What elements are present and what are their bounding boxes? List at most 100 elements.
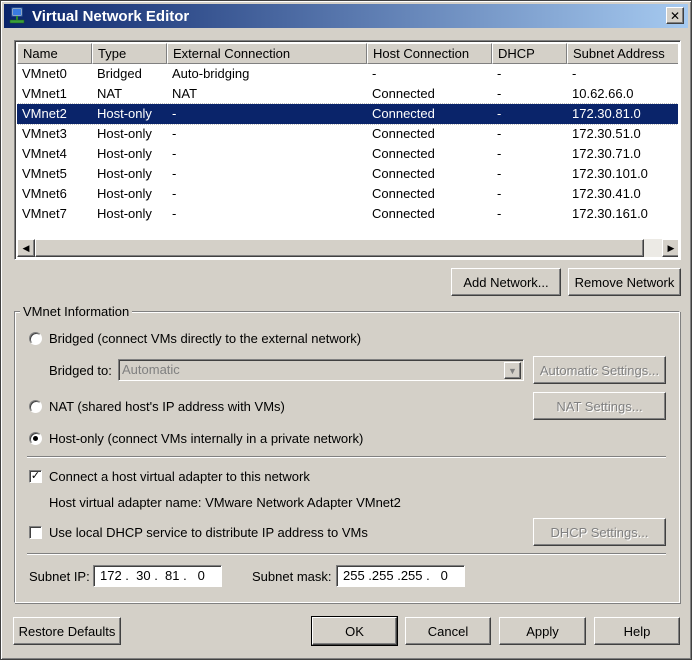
nat-radio[interactable] — [29, 400, 42, 413]
cell-type: Bridged — [97, 66, 142, 81]
cell-type: Host-only — [97, 126, 152, 141]
cell-host-connection: Connected — [372, 166, 435, 181]
separator — [27, 553, 666, 555]
list-header: Name Type External Connection Host Conne… — [17, 43, 678, 64]
use-dhcp-checkbox[interactable] — [29, 526, 42, 539]
separator — [27, 456, 666, 458]
add-network-button[interactable]: Add Network... — [451, 268, 561, 296]
network-list[interactable]: Name Type External Connection Host Conne… — [14, 40, 681, 260]
cell-subnet-address: 172.30.71.0 — [572, 146, 641, 161]
remove-network-button[interactable]: Remove Network — [568, 268, 681, 296]
table-row[interactable]: VMnet5 Host-only - Connected - 172.30.10… — [17, 164, 678, 184]
table-row[interactable]: VMnet0 Bridged Auto-bridging - - - — [17, 64, 678, 84]
cell-external-connection: - — [172, 106, 177, 121]
subnet-ip-value: 172 . 30 . 81 . 0 — [100, 568, 205, 583]
network-icon — [9, 7, 25, 24]
cell-type: Host-only — [97, 166, 152, 181]
dropdown-arrow[interactable]: ▼ — [504, 362, 521, 379]
cell-external-connection: - — [172, 126, 177, 141]
cell-name: VMnet7 — [22, 206, 67, 221]
connect-adapter-label[interactable]: Connect a host virtual adapter to this n… — [49, 469, 310, 485]
cell-type: Host-only — [97, 146, 152, 161]
adapter-name-label: Host virtual adapter name: VMware Networ… — [49, 495, 401, 510]
cell-name: VMnet5 — [22, 166, 67, 181]
column-header-dhcp[interactable]: DHCP — [492, 43, 567, 64]
scroll-right-button[interactable]: ▶ — [662, 239, 678, 257]
table-row[interactable]: VMnet1 NAT NAT Connected - 10.62.66.0 — [17, 84, 678, 104]
cell-name: VMnet0 — [22, 66, 67, 81]
cell-dhcp: - — [497, 206, 502, 221]
table-row[interactable]: VMnet6 Host-only - Connected - 172.30.41… — [17, 184, 678, 204]
cell-dhcp: - — [497, 146, 502, 161]
subnet-mask-input[interactable]: 255 .255 .255 . 0 — [336, 565, 465, 587]
restore-defaults-button[interactable]: Restore Defaults — [13, 617, 121, 645]
host-only-label[interactable]: Host-only (connect VMs internally in a p… — [49, 431, 363, 447]
table-row[interactable]: VMnet4 Host-only - Connected - 172.30.71… — [17, 144, 678, 164]
cell-dhcp: - — [497, 126, 502, 141]
close-button[interactable]: ✕ — [666, 7, 684, 24]
automatic-settings-button[interactable]: Automatic Settings... — [533, 356, 666, 384]
cell-subnet-address: 10.62.66.0 — [572, 86, 634, 101]
cell-external-connection: - — [172, 186, 177, 201]
cell-name: VMnet4 — [22, 146, 67, 161]
column-header-external-connection[interactable]: External Connection — [167, 43, 367, 64]
bridged-label[interactable]: Bridged (connect VMs directly to the ext… — [49, 331, 361, 347]
cell-dhcp: - — [497, 106, 502, 121]
cell-subnet-address: 172.30.51.0 — [572, 126, 641, 141]
cell-name: VMnet6 — [22, 186, 67, 201]
cell-host-connection: Connected — [372, 126, 435, 141]
dhcp-settings-button[interactable]: DHCP Settings... — [533, 518, 666, 546]
close-icon: ✕ — [669, 8, 681, 23]
cell-dhcp: - — [497, 86, 502, 101]
title-bar[interactable]: Virtual Network Editor ✕ — [4, 4, 688, 28]
connect-adapter-checkbox[interactable]: ✓ — [29, 470, 42, 483]
bridged-to-value: Automatic — [122, 362, 180, 377]
scrollbar-thumb[interactable] — [35, 239, 644, 257]
subnet-mask-value: 255 .255 .255 . 0 — [343, 568, 448, 583]
cell-dhcp: - — [497, 66, 502, 81]
column-header-name[interactable]: Name — [17, 43, 92, 64]
cell-type: Host-only — [97, 186, 152, 201]
table-row[interactable]: VMnet7 Host-only - Connected - 172.30.16… — [17, 204, 678, 224]
cell-host-connection: Connected — [372, 86, 435, 101]
cell-type: NAT — [97, 86, 123, 101]
cell-name: VMnet2 — [22, 106, 67, 121]
subnet-ip-label: Subnet IP: — [29, 569, 90, 584]
subnet-mask-label: Subnet mask: — [252, 569, 332, 584]
scroll-left-button[interactable]: ◀ — [17, 239, 35, 257]
horizontal-scrollbar[interactable]: ◀ ▶ — [17, 239, 678, 257]
bridged-to-label: Bridged to: — [49, 363, 112, 378]
subnet-ip-input[interactable]: 172 . 30 . 81 . 0 — [93, 565, 222, 587]
cell-dhcp: - — [497, 166, 502, 181]
table-row[interactable]: VMnet3 Host-only - Connected - 172.30.51… — [17, 124, 678, 144]
chevron-down-icon: ▼ — [508, 365, 517, 376]
cell-host-connection: Connected — [372, 186, 435, 201]
column-header-subnet-address[interactable]: Subnet Address — [567, 43, 678, 64]
cell-type: Host-only — [97, 106, 152, 121]
cell-name: VMnet1 — [22, 86, 67, 101]
apply-button[interactable]: Apply — [499, 617, 586, 645]
table-row-selected[interactable]: VMnet2 Host-only - Connected - 172.30.81… — [17, 103, 678, 125]
checkmark-icon: ✓ — [30, 470, 41, 482]
cell-dhcp: - — [497, 186, 502, 201]
cancel-button[interactable]: Cancel — [405, 617, 491, 645]
bridged-to-dropdown[interactable]: Automatic ▼ — [118, 359, 524, 381]
arrow-right-icon: ▶ — [667, 242, 675, 253]
virtual-network-editor-window: Virtual Network Editor ✕ Name Type Exter… — [0, 0, 692, 660]
nat-settings-button[interactable]: NAT Settings... — [533, 392, 666, 420]
help-button[interactable]: Help — [594, 617, 680, 645]
bridged-radio[interactable] — [29, 332, 42, 345]
cell-host-connection: Connected — [372, 146, 435, 161]
cell-subnet-address: 172.30.81.0 — [572, 106, 641, 121]
ok-button[interactable]: OK — [311, 616, 398, 646]
column-header-type[interactable]: Type — [92, 43, 167, 64]
cell-subnet-address: 172.30.101.0 — [572, 166, 648, 181]
window-title: Virtual Network Editor — [32, 7, 190, 25]
vmnet-information-label: VMnet Information — [20, 305, 133, 319]
use-dhcp-label[interactable]: Use local DHCP service to distribute IP … — [49, 525, 368, 541]
cell-external-connection: - — [172, 166, 177, 181]
nat-label[interactable]: NAT (shared host's IP address with VMs) — [49, 399, 285, 415]
cell-external-connection: Auto-bridging — [172, 66, 250, 81]
column-header-host-connection[interactable]: Host Connection — [367, 43, 492, 64]
host-only-radio[interactable] — [29, 432, 42, 445]
